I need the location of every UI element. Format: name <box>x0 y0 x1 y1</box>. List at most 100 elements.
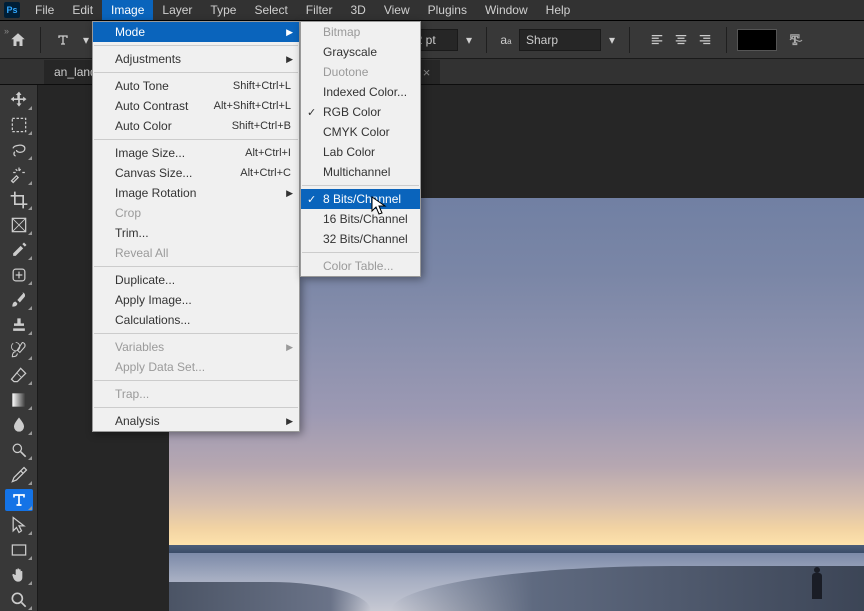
eyedropper-tool[interactable] <box>5 239 33 261</box>
menu-item-label: Crop <box>115 206 141 220</box>
menu-select[interactable]: Select <box>245 0 296 20</box>
menu-type[interactable]: Type <box>201 0 245 20</box>
move-icon <box>9 90 29 110</box>
healing-tool[interactable] <box>5 264 33 286</box>
menu-item-analysis[interactable]: Analysis▶ <box>93 411 299 431</box>
menu-filter[interactable]: Filter <box>297 0 342 20</box>
collapse-chevron-icon[interactable]: » <box>4 26 9 36</box>
align-center-button[interactable] <box>670 29 692 51</box>
brush-tool[interactable] <box>5 289 33 311</box>
menu-item-auto-contrast[interactable]: Auto ContrastAlt+Shift+Ctrl+L <box>93 96 299 116</box>
menu-item-auto-tone[interactable]: Auto ToneShift+Ctrl+L <box>93 76 299 96</box>
check-icon: ✓ <box>307 193 316 206</box>
eraser-tool[interactable] <box>5 364 33 386</box>
menu-separator <box>94 407 298 408</box>
menu-item-rgb-color[interactable]: ✓RGB Color <box>301 102 420 122</box>
menu-view[interactable]: View <box>375 0 419 20</box>
menu-item-label: Color Table... <box>323 259 393 273</box>
align-left-button[interactable] <box>646 29 668 51</box>
menu-item-adjustments[interactable]: Adjustments▶ <box>93 49 299 69</box>
menu-item-16-bits-channel[interactable]: 16 Bits/Channel <box>301 209 420 229</box>
app-logo: Ps <box>4 2 20 18</box>
hand-tool[interactable] <box>5 564 33 586</box>
menu-item-indexed-color[interactable]: Indexed Color... <box>301 82 420 102</box>
menu-item-duplicate[interactable]: Duplicate... <box>93 270 299 290</box>
menu-item-label: Auto Color <box>115 119 172 133</box>
menu-image[interactable]: Image <box>102 0 153 20</box>
menu-item-multichannel[interactable]: Multichannel <box>301 162 420 182</box>
anti-alias-field[interactable]: Sharp <box>519 29 601 51</box>
menu-item-auto-color[interactable]: Auto ColorShift+Ctrl+B <box>93 116 299 136</box>
blur-icon <box>9 415 29 435</box>
tool-preset[interactable] <box>51 28 75 52</box>
path-select-icon <box>9 515 29 535</box>
crop-tool[interactable] <box>5 189 33 211</box>
brush-icon <box>9 290 29 310</box>
menu-help[interactable]: Help <box>537 0 580 20</box>
menu-separator <box>94 333 298 334</box>
menu-item-label: Canvas Size... <box>115 166 192 180</box>
menu-shortcut: Alt+Ctrl+I <box>245 147 291 159</box>
pen-tool[interactable] <box>5 464 33 486</box>
zoom-tool[interactable] <box>5 589 33 611</box>
menu-item-cmyk-color[interactable]: CMYK Color <box>301 122 420 142</box>
divider <box>726 27 727 53</box>
align-right-button[interactable] <box>694 29 716 51</box>
menu-item-trim[interactable]: Trim... <box>93 223 299 243</box>
menu-separator <box>302 252 419 253</box>
warp-text-button[interactable] <box>785 31 807 49</box>
menu-window[interactable]: Window <box>476 0 537 20</box>
close-tab-button[interactable]: × <box>423 65 431 80</box>
anti-alias-dropdown[interactable]: ▾ <box>605 33 619 47</box>
menu-item-image-size[interactable]: Image Size...Alt+Ctrl+I <box>93 143 299 163</box>
menu-item-label: Grayscale <box>323 45 377 59</box>
dodge-tool[interactable] <box>5 439 33 461</box>
menu-item-canvas-size[interactable]: Canvas Size...Alt+Ctrl+C <box>93 163 299 183</box>
menu-file[interactable]: File <box>26 0 63 20</box>
rectangle-tool[interactable] <box>5 539 33 561</box>
menu-item-image-rotation[interactable]: Image Rotation▶ <box>93 183 299 203</box>
menu-item-calculations[interactable]: Calculations... <box>93 310 299 330</box>
menu-item-label: Auto Contrast <box>115 99 188 113</box>
menu-item-lab-color[interactable]: Lab Color <box>301 142 420 162</box>
lasso-tool[interactable] <box>5 139 33 161</box>
history-brush-tool[interactable] <box>5 339 33 361</box>
menu-shortcut: Shift+Ctrl+L <box>233 80 291 92</box>
text-color-swatch[interactable] <box>737 29 777 51</box>
menu-item-mode[interactable]: Mode▶ <box>93 22 299 42</box>
blur-tool[interactable] <box>5 414 33 436</box>
menu-3d[interactable]: 3D <box>341 0 374 20</box>
wand-tool[interactable] <box>5 164 33 186</box>
menu-item-label: Analysis <box>115 414 160 428</box>
zoom-icon <box>9 590 29 610</box>
home-button[interactable] <box>6 28 30 52</box>
image-person <box>812 573 822 599</box>
menu-item-reveal-all: Reveal All <box>93 243 299 263</box>
menu-item-8-bits-channel[interactable]: ✓8 Bits/Channel <box>301 189 420 209</box>
menu-separator <box>94 139 298 140</box>
lasso-icon <box>9 140 29 160</box>
menu-edit[interactable]: Edit <box>63 0 102 20</box>
menu-item-grayscale[interactable]: Grayscale <box>301 42 420 62</box>
move-tool[interactable] <box>5 89 33 111</box>
menu-item-label: Apply Data Set... <box>115 360 205 374</box>
frame-tool[interactable] <box>5 214 33 236</box>
dodge-icon <box>9 440 29 460</box>
type-icon <box>9 490 29 510</box>
menu-layer[interactable]: Layer <box>153 0 201 20</box>
path-select-tool[interactable] <box>5 514 33 536</box>
menu-plugins[interactable]: Plugins <box>419 0 476 20</box>
divider <box>486 27 487 53</box>
image-horizon <box>169 545 864 553</box>
stamp-tool[interactable] <box>5 314 33 336</box>
type-tool[interactable] <box>5 489 33 511</box>
menu-item-32-bits-channel[interactable]: 32 Bits/Channel <box>301 229 420 249</box>
marquee-tool[interactable] <box>5 114 33 136</box>
menu-item-apply-image[interactable]: Apply Image... <box>93 290 299 310</box>
tool-preset-dropdown[interactable]: ▾ <box>79 33 93 47</box>
anti-alias-value: Sharp <box>526 33 558 47</box>
menu-item-apply-data-set: Apply Data Set... <box>93 357 299 377</box>
font-size-dropdown[interactable]: ▾ <box>462 33 476 47</box>
gradient-tool[interactable] <box>5 389 33 411</box>
menu-item-label: Variables <box>115 340 164 354</box>
